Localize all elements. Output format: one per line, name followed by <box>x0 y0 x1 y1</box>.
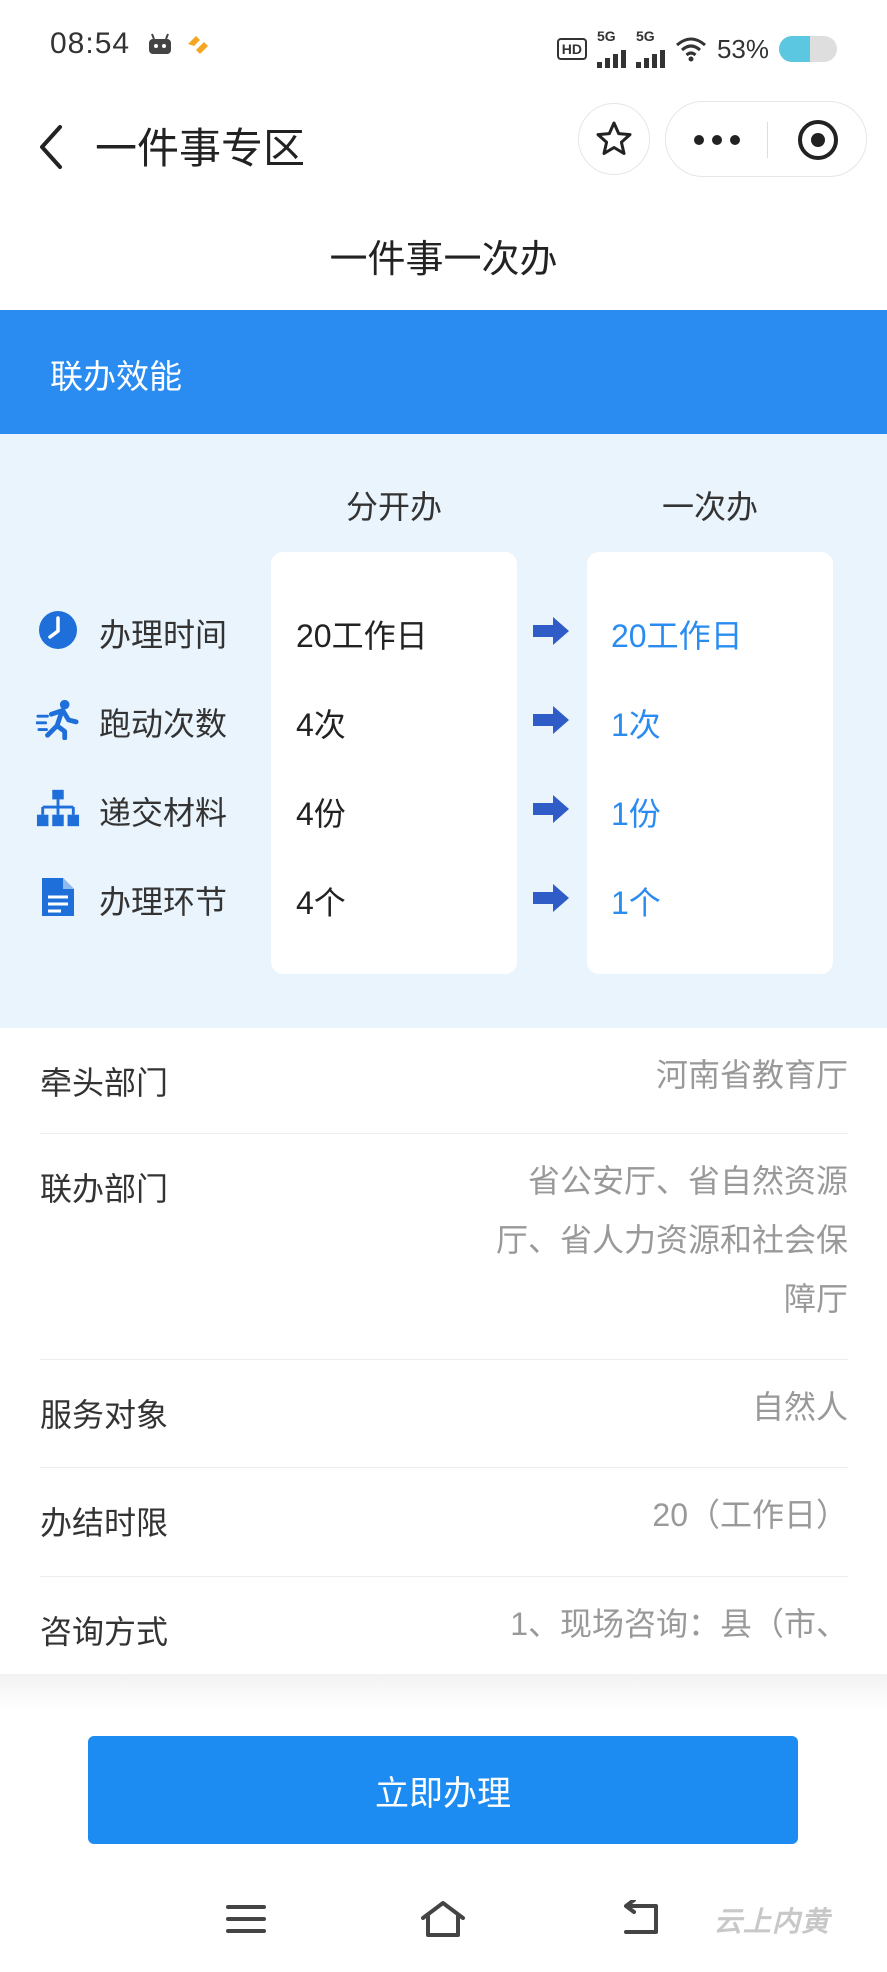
more-button[interactable] <box>666 102 767 178</box>
metric-label: 跑动次数 <box>99 706 228 742</box>
info-value-line: 障厅 <box>783 1281 848 1317</box>
info-value: 1、现场咨询：县（市、 <box>510 1606 848 1642</box>
close-program-button[interactable] <box>768 102 868 178</box>
arrow-right-icon <box>533 706 569 734</box>
robot-app-icon <box>149 33 171 54</box>
battery-icon <box>779 36 837 62</box>
section-header: 联办效能 <box>0 310 887 434</box>
hd-icon: HD <box>556 38 587 60</box>
wifi-icon <box>675 37 706 62</box>
battery-percent: 53% <box>716 33 769 64</box>
info-label: 服务对象 <box>40 1397 169 1433</box>
back-arrow-icon[interactable] <box>30 117 80 177</box>
nav-bar: 一件事专区 <box>0 95 887 205</box>
status-indicators: HD 5G 5G 53% <box>556 29 837 68</box>
menu-button[interactable] <box>216 1894 276 1944</box>
signal-5g-icon: 5G <box>635 29 665 68</box>
home-icon <box>421 1901 465 1937</box>
mini-program-capsule <box>665 101 867 177</box>
more-dots-icon <box>693 135 740 145</box>
info-row-joint-depts: 联办部门 省公安厅、省自然资源 厅、省人力资源和社会保 障厅 <box>40 1134 848 1360</box>
info-value: 省公安厅、省自然资源 厅、省人力资源和社会保 障厅 <box>496 1152 848 1329</box>
favorite-button[interactable] <box>578 103 650 175</box>
info-value-line: 省公安厅、省自然资源 <box>527 1163 848 1199</box>
bottom-bar-shadow <box>0 1674 887 1710</box>
org-chart-icon <box>36 786 80 830</box>
page-title: 一件事一次办 <box>329 239 558 281</box>
column-header-once: 一次办 <box>661 489 758 525</box>
home-button[interactable] <box>413 1894 473 1944</box>
metric-row: 办理环节 4个 1个 <box>0 867 887 927</box>
metric-value-separate: 4个 <box>296 885 346 921</box>
metric-row: 办理时间 20工作日 20工作日 <box>0 600 887 660</box>
apply-now-button[interactable]: 立即办理 <box>88 1736 798 1844</box>
star-icon <box>596 121 632 155</box>
info-label: 联办部门 <box>40 1171 169 1207</box>
info-value: 河南省教育厅 <box>655 1057 848 1093</box>
info-row-time-limit: 办结时限 20（工作日） <box>40 1468 848 1577</box>
orange-app-icon <box>188 36 208 54</box>
notification-icons <box>146 30 212 58</box>
info-value: 20（工作日） <box>652 1497 848 1533</box>
metric-value-once: 1个 <box>611 885 661 921</box>
section-header-title: 联办效能 <box>50 358 182 395</box>
metric-value-once: 1份 <box>611 796 661 832</box>
info-label: 牵头部门 <box>40 1065 169 1101</box>
info-value: 自然人 <box>751 1389 848 1425</box>
return-icon <box>624 1900 658 1934</box>
metric-label: 递交材料 <box>99 795 228 831</box>
metric-value-separate: 4份 <box>296 796 346 832</box>
efficiency-comparison: 分开办 一次办 办理时间 20工作日 20工作日 跑动次数 4次 1次 递交材料… <box>0 434 887 1028</box>
watermark-logo: 云上内黄 <box>714 1906 831 1937</box>
metric-value-once: 20工作日 <box>611 618 743 654</box>
clock-icon <box>36 608 80 652</box>
status-time: 08:54 <box>50 27 131 60</box>
info-value-line: 厅、省人力资源和社会保 <box>495 1222 848 1258</box>
metric-value-separate: 20工作日 <box>296 618 428 654</box>
arrow-right-icon <box>533 617 569 645</box>
info-label: 办结时限 <box>40 1505 169 1541</box>
info-label: 咨询方式 <box>40 1614 169 1650</box>
metric-label: 办理时间 <box>99 617 228 653</box>
target-close-icon <box>798 120 838 160</box>
metric-value-separate: 4次 <box>296 707 346 743</box>
metric-value-once: 1次 <box>611 707 661 743</box>
arrow-right-icon <box>533 884 569 912</box>
back-button[interactable] <box>610 1894 670 1944</box>
info-row-service-target: 服务对象 自然人 <box>40 1360 848 1468</box>
metric-row: 递交材料 4份 1份 <box>0 778 887 838</box>
info-row-lead-dept: 牵头部门 河南省教育厅 <box>40 1028 848 1134</box>
metric-row: 跑动次数 4次 1次 <box>0 689 887 749</box>
column-header-separate: 分开办 <box>345 489 442 525</box>
menu-icon <box>226 1905 266 1933</box>
document-icon <box>36 875 80 919</box>
status-bar: 08:54 HD 5G 5G 53% <box>0 0 887 95</box>
running-icon <box>36 697 80 741</box>
arrow-right-icon <box>533 795 569 823</box>
system-nav-bar: 云上内黄 <box>0 1880 887 1972</box>
info-row-consult: 咨询方式 1、现场咨询：县（市、 <box>40 1577 848 1674</box>
nav-title: 一件事专区 <box>95 125 306 172</box>
metric-label: 办理环节 <box>99 884 228 920</box>
signal-5g-icon: 5G <box>596 29 626 68</box>
